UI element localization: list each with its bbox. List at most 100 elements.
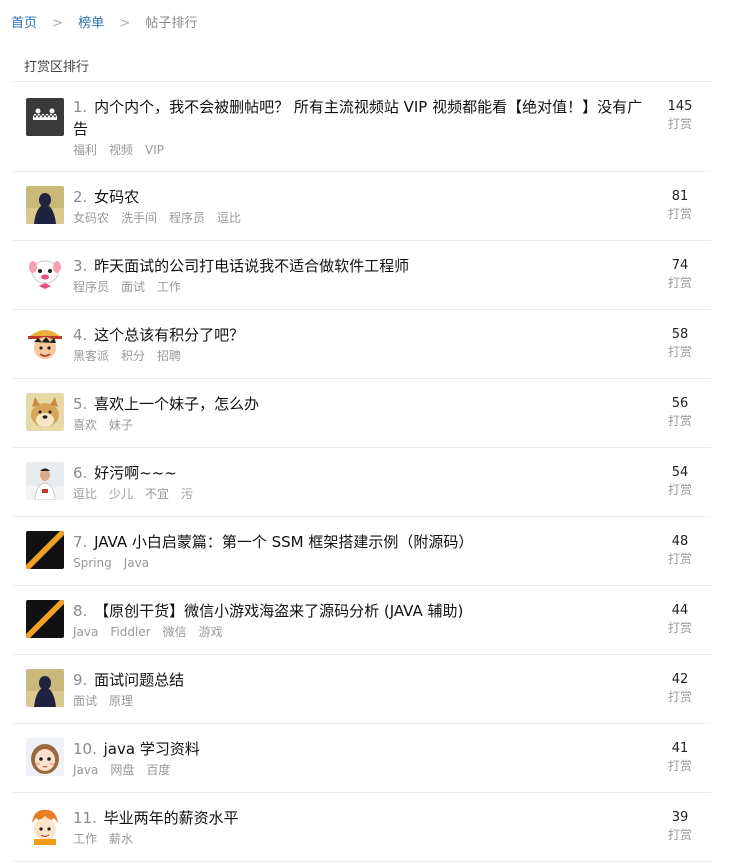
breadcrumb-ranking-link[interactable]: 榜单 <box>78 16 104 31</box>
post-title-link[interactable]: 10. java 学习资料 <box>73 738 655 760</box>
post-rank: 10. <box>73 740 97 758</box>
reward-score: 39 打赏 <box>663 809 697 843</box>
tag-link[interactable]: 洗手间 <box>121 211 157 225</box>
tag-link[interactable]: 视频 <box>109 143 133 157</box>
post-tags: 程序员 面试 工作 <box>73 279 655 295</box>
tag-link[interactable]: 微信 <box>163 625 187 639</box>
post-row[interactable]: 5. 喜欢上一个妹子，怎么办喜欢 妹子 56 打赏 <box>13 379 711 448</box>
tag-link[interactable]: 女码农 <box>73 211 109 225</box>
post-title-link[interactable]: 1. 内个内个，我不会被删帖吧？ 所有主流视频站 VIP 视频都能看【绝对值！】… <box>73 96 655 140</box>
avatar[interactable] <box>26 98 64 136</box>
avatar[interactable] <box>26 186 64 224</box>
post-title-link[interactable]: 2. 女码农 <box>73 186 655 208</box>
tag-link[interactable]: 程序员 <box>73 280 109 294</box>
avatar[interactable] <box>26 393 64 431</box>
tag-link[interactable]: 游戏 <box>199 625 223 639</box>
tag-link[interactable]: 原理 <box>109 694 133 708</box>
breadcrumb-separator: > <box>119 16 131 31</box>
post-tags: 福利 视频 VIP <box>73 142 655 158</box>
tag-link[interactable]: 工作 <box>73 832 97 846</box>
tag-link[interactable]: 面试 <box>73 694 97 708</box>
reward-label: 打赏 <box>667 690 692 704</box>
tag-link[interactable]: 污 <box>181 487 193 501</box>
post-row[interactable]: 7. JAVA 小白启蒙篇：第一个 SSM 框架搭建示例（附源码） Spring J… <box>13 517 711 586</box>
breadcrumb-home-link[interactable]: 首页 <box>11 16 37 31</box>
reward-label: 打赏 <box>667 759 692 773</box>
post-title-link[interactable]: 6. 好污啊~~~ <box>73 462 655 484</box>
tag-link[interactable]: 逗比 <box>73 487 97 501</box>
post-rank: 1. <box>73 98 88 116</box>
reward-count: 56 <box>671 396 689 411</box>
tag-link[interactable]: 面试 <box>121 280 145 294</box>
post-rank: 5. <box>73 395 88 413</box>
post-content: 7. JAVA 小白启蒙篇：第一个 SSM 框架搭建示例（附源码） Spring J… <box>73 531 655 571</box>
reward-label: 打赏 <box>667 828 692 842</box>
tag-link[interactable]: Java <box>124 556 149 570</box>
post-row[interactable]: 1. 内个内个，我不会被删帖吧？ 所有主流视频站 VIP 视频都能看【绝对值！】… <box>13 82 711 172</box>
tag-link[interactable]: 网盘 <box>110 763 134 777</box>
reward-score: 81 打赏 <box>663 188 697 222</box>
reward-count: 58 <box>671 327 689 342</box>
avatar[interactable] <box>26 738 64 776</box>
reward-label: 打赏 <box>667 414 692 428</box>
breadcrumb: 首页 > 榜单 > 帖子排行 <box>0 0 737 40</box>
tag-link[interactable]: 薪水 <box>109 832 133 846</box>
post-list: 1. 内个内个，我不会被删帖吧？ 所有主流视频站 VIP 视频都能看【绝对值！】… <box>13 82 711 862</box>
tag-link[interactable]: Java <box>73 763 98 777</box>
post-title-text: java 学习资料 <box>98 740 200 758</box>
section-title: 打赏区排行 <box>13 40 711 82</box>
avatar[interactable] <box>26 669 64 707</box>
tag-link[interactable]: 工作 <box>157 280 181 294</box>
tag-link[interactable]: 不宜 <box>145 487 169 501</box>
post-content: 11. 毕业两年的薪资水平工作 薪水 <box>73 807 655 847</box>
reward-count: 44 <box>671 603 689 618</box>
tag-link[interactable]: 少儿 <box>109 487 133 501</box>
tag-link[interactable]: 喜欢 <box>73 418 97 432</box>
post-title-link[interactable]: 3. 昨天面试的公司打电话说我不适合做软件工程师 <box>73 255 655 277</box>
tag-link[interactable]: 程序员 <box>169 211 205 225</box>
post-row[interactable]: 6. 好污啊~~~ 逗比 少儿 不宜污 54 打赏 <box>13 448 711 517</box>
post-tags: 喜欢 妹子 <box>73 417 655 433</box>
post-title-link[interactable]: 7. JAVA 小白启蒙篇：第一个 SSM 框架搭建示例（附源码） <box>73 531 655 553</box>
avatar[interactable] <box>26 600 64 638</box>
post-row[interactable]: 4. 这个总该有积分了吧？ 黑客派 积分 招聘 58 打赏 <box>13 310 711 379</box>
post-tags: 逗比 少儿 不宜污 <box>73 486 655 502</box>
tag-link[interactable]: 积分 <box>121 349 145 363</box>
avatar[interactable] <box>26 807 64 845</box>
post-row[interactable]: 10. java 学习资料 Java 网盘 百度 41 打赏 <box>13 724 711 793</box>
post-rank: 3. <box>73 257 88 275</box>
post-row[interactable]: 3. 昨天面试的公司打电话说我不适合做软件工程师 程序员 面试 工作 74 打赏 <box>13 241 711 310</box>
tag-link[interactable]: 妹子 <box>109 418 133 432</box>
tag-link[interactable]: 黑客派 <box>73 349 109 363</box>
post-row[interactable]: 9. 面试问题总结 面试 原理 42 打赏 <box>13 655 711 724</box>
post-content: 4. 这个总该有积分了吧？ 黑客派 积分 招聘 <box>73 324 655 364</box>
post-title-text: 这个总该有积分了吧？ <box>89 326 245 344</box>
tag-link[interactable]: 福利 <box>73 143 97 157</box>
reward-count: 41 <box>671 741 689 756</box>
post-title-link[interactable]: 8. 【原创干货】微信小游戏海盗来了源码分析 (JAVA 辅助) <box>73 600 655 622</box>
post-title-text: 好污啊~~~ <box>89 464 177 482</box>
post-row[interactable]: 2. 女码农女码农 洗手间 程序员 逗比 81 打赏 <box>13 172 711 241</box>
post-title-text: 毕业两年的薪资水平 <box>98 809 239 827</box>
tag-link[interactable]: VIP <box>145 143 164 157</box>
post-title-link[interactable]: 5. 喜欢上一个妹子，怎么办 <box>73 393 655 415</box>
reward-count: 39 <box>671 810 689 825</box>
avatar[interactable] <box>26 255 64 293</box>
post-rank: 8. <box>73 602 88 620</box>
post-row[interactable]: 8. 【原创干货】微信小游戏海盗来了源码分析 (JAVA 辅助) Java Fidd… <box>13 586 711 655</box>
tag-link[interactable]: 招聘 <box>157 349 181 363</box>
tag-link[interactable]: Fiddler <box>110 625 150 639</box>
avatar[interactable] <box>26 324 64 362</box>
avatar[interactable] <box>26 531 64 569</box>
post-title-link[interactable]: 11. 毕业两年的薪资水平 <box>73 807 655 829</box>
post-title-link[interactable]: 9. 面试问题总结 <box>73 669 655 691</box>
tag-link[interactable]: 百度 <box>146 763 170 777</box>
reward-label: 打赏 <box>667 345 692 359</box>
avatar[interactable] <box>26 462 64 500</box>
post-title-link[interactable]: 4. 这个总该有积分了吧？ <box>73 324 655 346</box>
post-row[interactable]: 11. 毕业两年的薪资水平工作 薪水 39 打赏 <box>13 793 711 862</box>
tag-link[interactable]: Java <box>73 625 98 639</box>
tag-link[interactable]: Spring <box>73 556 112 570</box>
post-tags: Java 网盘 百度 <box>73 762 655 778</box>
tag-link[interactable]: 逗比 <box>217 211 241 225</box>
